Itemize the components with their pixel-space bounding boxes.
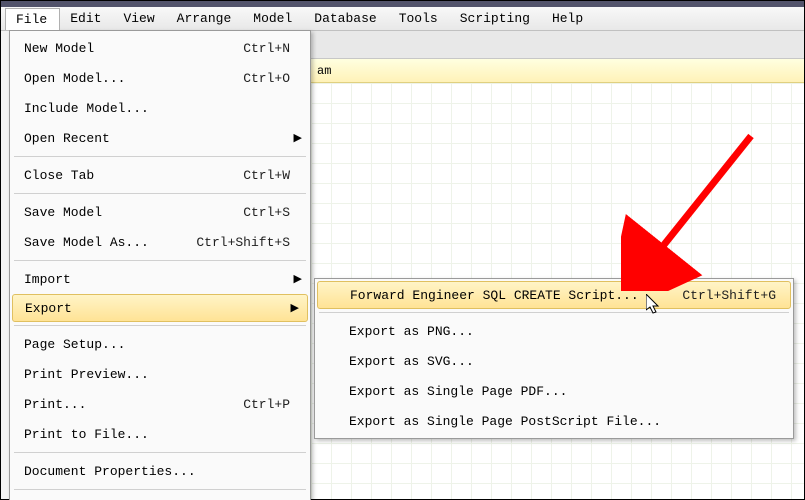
file-menu-dropdown: New Model Ctrl+N Open Model... Ctrl+O Includ… [9,30,311,500]
menu-item-label: Export as Single Page PostScript File... [349,414,777,429]
export-submenu: Forward Engineer SQL CREATE Script... Ctr… [314,278,794,439]
file-menu-item-close-tab[interactable]: Close Tab Ctrl+W [10,160,310,190]
document-header: am [311,59,804,83]
menubar-item-database[interactable]: Database [304,8,388,29]
submenu-arrow-icon: ▶ [294,131,302,145]
menubar-item-help[interactable]: Help [542,8,595,29]
menubar-item-view[interactable]: View [113,8,166,29]
export-menu-item-export-as-single-page-pdf[interactable]: Export as Single Page PDF... [315,376,793,406]
menu-separator [14,193,306,194]
menubar: FileEditViewArrangeModelDatabaseToolsScr… [1,7,804,31]
menu-item-label: Save Model As... [24,235,186,250]
file-menu-item-print-to-file[interactable]: Print to File... [10,419,310,449]
menubar-item-tools[interactable]: Tools [389,8,450,29]
file-menu-item-save-model-as[interactable]: Save Model As... Ctrl+Shift+S [10,227,310,257]
file-menu-item-exit[interactable]: ExitAlt+F4 [10,493,310,500]
file-menu-item-print[interactable]: Print... Ctrl+P [10,389,310,419]
menu-item-label: Page Setup... [24,337,290,352]
menu-separator [14,452,306,453]
menu-item-shortcut: Ctrl+P [243,397,290,412]
menu-item-shortcut: Ctrl+W [243,168,290,183]
file-menu-item-open-model[interactable]: Open Model... Ctrl+O [10,63,310,93]
menu-separator [319,312,789,313]
menu-item-label: Print to File... [24,427,290,442]
menu-item-label: Open Recent [24,131,290,146]
menu-item-shortcut: Ctrl+O [243,71,290,86]
export-menu-item-forward-engineer-sql-create-script[interactable]: Forward Engineer SQL CREATE Script... Ctr… [317,281,791,309]
file-menu-item-save-model[interactable]: Save Model Ctrl+S [10,197,310,227]
file-menu-item-document-properties[interactable]: Document Properties... [10,456,310,486]
export-menu-item-export-as-svg[interactable]: Export as SVG... [315,346,793,376]
menu-item-shortcut: Ctrl+Shift+S [196,235,290,250]
menu-item-label: Import [24,272,290,287]
file-menu-item-export[interactable]: Export▶ [12,294,308,322]
menu-item-label: Document Properties... [24,464,290,479]
file-menu-item-new-model[interactable]: New Model Ctrl+N [10,33,310,63]
menubar-item-edit[interactable]: Edit [60,8,113,29]
menu-item-label: Include Model... [24,101,290,116]
menu-item-shortcut: Ctrl+N [243,41,290,56]
file-menu-item-open-recent[interactable]: Open Recent ▶ [10,123,310,153]
file-menu-item-print-preview[interactable]: Print Preview... [10,359,310,389]
menu-separator [14,325,306,326]
menu-item-label: Print Preview... [24,367,290,382]
submenu-arrow-icon: ▶ [294,272,302,286]
file-menu-item-import[interactable]: Import ▶ [10,264,310,294]
menu-separator [14,489,306,490]
menu-separator [14,156,306,157]
export-menu-item-export-as-png[interactable]: Export as PNG... [315,316,793,346]
menu-item-label: Export [25,301,289,316]
menu-separator [14,260,306,261]
menubar-item-scripting[interactable]: Scripting [450,8,542,29]
tab-strip [311,31,804,59]
menu-item-shortcut: Ctrl+Shift+G [682,288,776,303]
menubar-item-file[interactable]: File [5,8,60,30]
menu-item-label: Open Model... [24,71,233,86]
menubar-item-model[interactable]: Model [243,8,304,29]
menu-item-label: Export as Single Page PDF... [349,384,777,399]
menu-item-label: Close Tab [24,168,233,183]
menu-item-label: Save Model [24,205,233,220]
menu-item-label: New Model [24,41,233,56]
export-menu-item-export-as-single-page-postscript-file[interactable]: Export as Single Page PostScript File... [315,406,793,436]
file-menu-item-include-model[interactable]: Include Model... [10,93,310,123]
document-header-title: am [317,64,331,78]
menubar-item-arrange[interactable]: Arrange [167,8,244,29]
menu-item-label: Forward Engineer SQL CREATE Script... [350,288,674,303]
menu-item-label: Print... [24,397,233,412]
submenu-arrow-icon: ▶ [291,301,299,315]
menu-item-shortcut: Ctrl+S [243,205,290,220]
menu-item-label: Export as PNG... [349,324,777,339]
menu-item-label: Export as SVG... [349,354,777,369]
file-menu-item-page-setup[interactable]: Page Setup... [10,329,310,359]
